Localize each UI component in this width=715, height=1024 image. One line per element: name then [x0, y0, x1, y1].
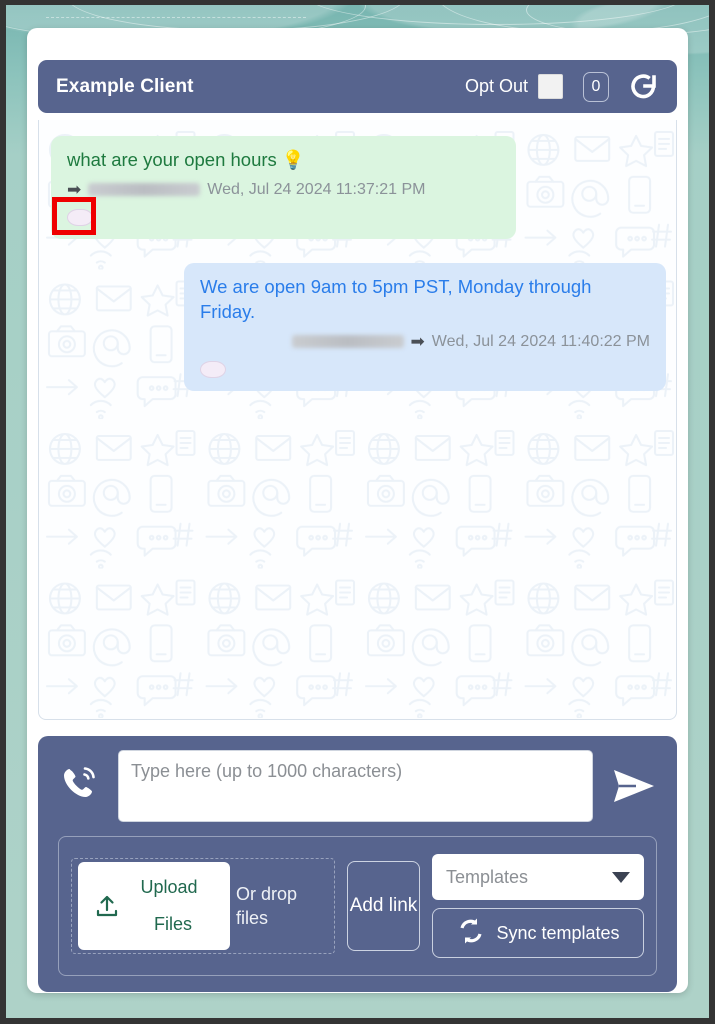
upload-icon [94, 894, 120, 923]
upload-label-line1: Upload [140, 877, 198, 898]
direction-arrow-icon: ➡ [67, 180, 82, 200]
drop-files-hint: Or drop files [236, 883, 298, 928]
send-paper-plane-icon[interactable] [603, 750, 665, 822]
unread-count-badge: 0 [583, 71, 609, 102]
message-meta: ➡ Wed, Jul 24 2024 11:37:21 PM [67, 181, 500, 199]
client-chat-card: Example Client Opt Out 0 what are your o… [27, 28, 688, 993]
message-list[interactable]: what are your open hours 💡 ➡ Wed, Jul 24… [38, 120, 677, 720]
message-bubble-outbound[interactable]: We are open 9am to 5pm PST, Monday throu… [184, 262, 666, 391]
direction-arrow-icon: ➡ [410, 332, 425, 352]
sender-name-redacted [88, 183, 201, 197]
templates-dropdown-value: Templates [446, 866, 529, 887]
opt-out-label: Opt Out [464, 76, 528, 96]
message-text: what are your open hours 💡 [67, 149, 305, 170]
chevron-down-icon [612, 871, 630, 883]
message-text: We are open 9am to 5pm PST, Monday throu… [200, 275, 592, 322]
add-link-button[interactable]: Add link [347, 861, 420, 951]
sync-templates-button[interactable]: Sync templates [432, 908, 644, 958]
opt-out-checkbox[interactable] [538, 74, 563, 99]
chat-header: Example Client Opt Out 0 [38, 60, 677, 113]
message-input[interactable] [118, 750, 593, 822]
attachment-toolbar: Upload Files Or drop files Add link Temp… [58, 836, 657, 976]
sync-templates-label: Sync templates [496, 922, 620, 943]
message-timestamp: Wed, Jul 24 2024 11:37:21 PM [207, 180, 426, 198]
chat-bubble-icon[interactable] [67, 209, 93, 227]
sync-icon [456, 916, 486, 951]
page-title: Example Client [56, 75, 194, 97]
upload-label-line2: Files [153, 914, 192, 934]
message-timestamp: Wed, Jul 24 2024 11:40:22 PM [431, 332, 650, 350]
refresh-icon[interactable] [625, 68, 663, 106]
phone-ring-icon[interactable] [50, 750, 108, 818]
message-composer: Upload Files Or drop files Add link Temp… [38, 736, 677, 992]
message-meta: ➡ Wed, Jul 24 2024 11:40:22 PM [200, 333, 650, 351]
upload-files-button[interactable]: Upload Files [78, 862, 230, 950]
file-dropzone[interactable]: Upload Files Or drop files [71, 858, 335, 954]
sender-name-redacted [291, 335, 404, 349]
upload-files-label: Upload Files [110, 878, 197, 934]
chat-bubble-icon[interactable] [200, 361, 226, 379]
message-bubble-inbound[interactable]: what are your open hours 💡 ➡ Wed, Jul 24… [51, 136, 516, 239]
templates-dropdown[interactable]: Templates [432, 854, 644, 900]
